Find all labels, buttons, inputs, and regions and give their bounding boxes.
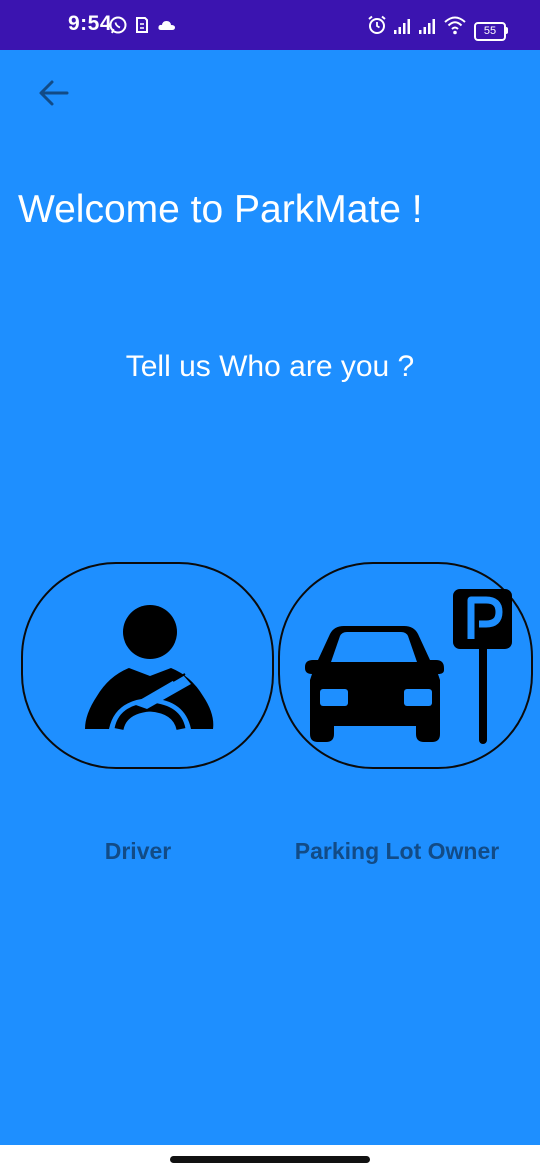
parking-lot-owner-role-button[interactable] — [278, 562, 533, 769]
battery-tip — [505, 27, 508, 34]
role-selection-screen: 9:54 55 Welcome to ParkMate ! Tell us Wh… — [0, 0, 540, 1170]
car-parking-sign-icon — [305, 589, 512, 744]
signal-icon — [394, 19, 410, 34]
back-button[interactable] — [30, 70, 80, 116]
driver-label: Driver — [104, 838, 172, 864]
wifi-icon — [444, 16, 466, 35]
cloud-icon — [158, 21, 175, 30]
battery-icon: 55 — [474, 22, 506, 41]
status-time: 9:54 — [68, 12, 113, 35]
signal-icon — [419, 19, 435, 34]
whatsapp-icon — [109, 16, 127, 34]
driver-role-button[interactable] — [21, 562, 274, 769]
home-indicator[interactable] — [170, 1156, 370, 1163]
alarm-icon — [368, 15, 386, 34]
page-title: Welcome to ParkMate ! — [18, 188, 423, 231]
subtitle: Tell us Who are you ? — [125, 350, 415, 383]
arrow-left-icon — [39, 80, 69, 106]
battery-level: 55 — [483, 25, 497, 37]
status-bar: 9:54 55 — [0, 0, 540, 50]
parking-lot-owner-label: Parking Lot Owner — [294, 838, 500, 864]
sim-icon — [136, 17, 148, 33]
driver-steering-icon — [85, 605, 214, 731]
